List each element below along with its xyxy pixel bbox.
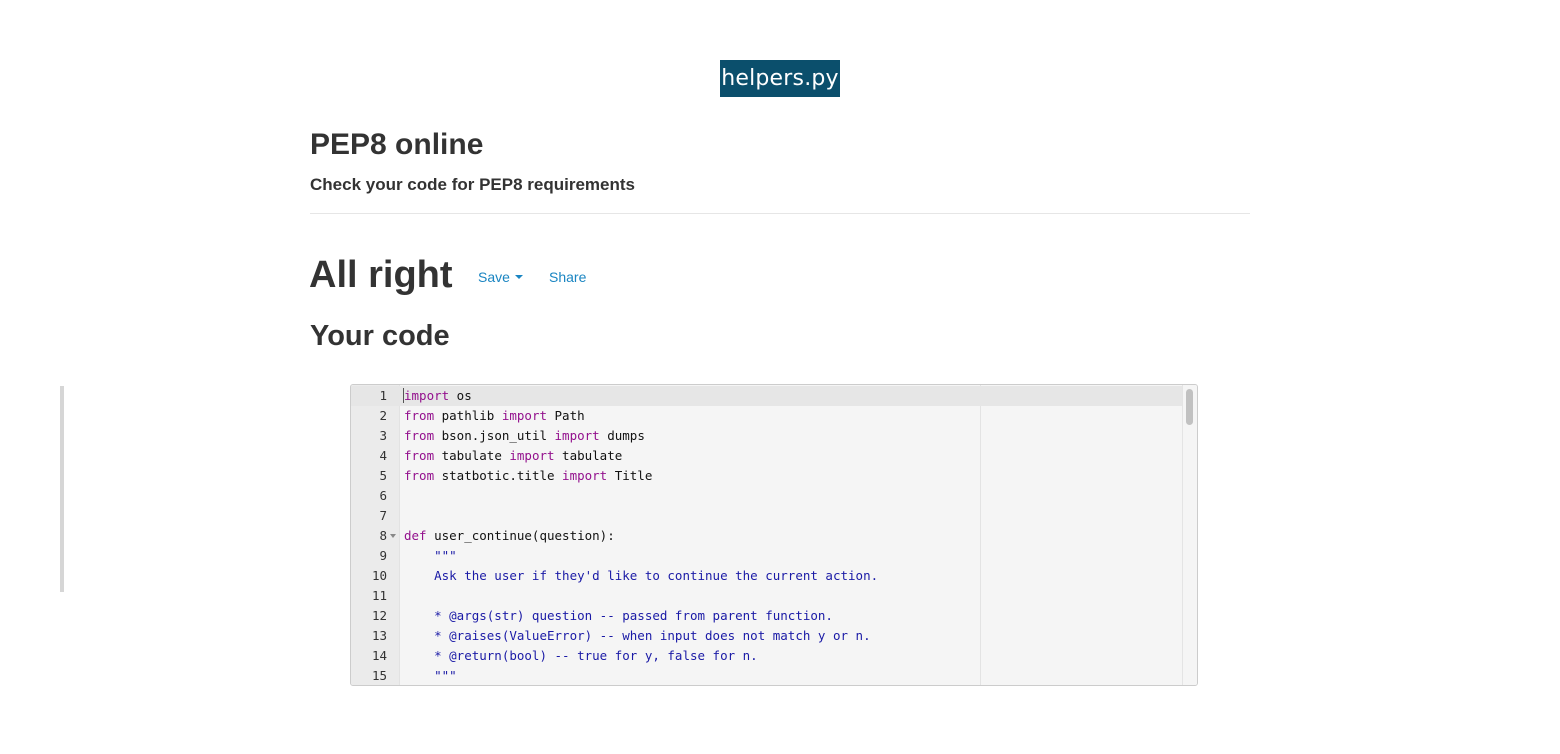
- code-text: def user_continue(question):: [404, 526, 615, 546]
- code-line[interactable]: 2 from pathlib import Path: [351, 406, 1183, 426]
- string-token: * @return(bool) -- true for y, false for…: [404, 648, 758, 663]
- site-subtitle: Check your code for PEP8 requirements: [310, 175, 635, 194]
- code-text: """: [404, 666, 457, 685]
- line-number: 12: [371, 608, 387, 623]
- code-text: import os: [404, 386, 472, 406]
- line-number: 10: [371, 568, 387, 583]
- code-line[interactable]: 15 """: [351, 666, 1183, 685]
- identifier-token: user_continue(question):: [426, 528, 615, 543]
- save-dropdown-button[interactable]: Save: [478, 268, 523, 286]
- code-line[interactable]: 3 from bson.json_util import dumps: [351, 426, 1183, 446]
- identifier-token: tabulate: [434, 448, 510, 463]
- code-line[interactable]: 5 from statbotic.title import Title: [351, 466, 1183, 486]
- keyword-token: def: [404, 528, 427, 543]
- code-section-heading: Your code: [310, 320, 450, 352]
- identifier-token: dumps: [599, 428, 645, 443]
- code-line[interactable]: 1 import os: [351, 386, 1183, 406]
- code-text: Ask the user if they'd like to continue …: [404, 566, 878, 586]
- line-number: 6: [379, 488, 387, 503]
- code-text: from pathlib import Path: [404, 406, 585, 426]
- line-number: 13: [371, 628, 387, 643]
- code-text: """: [404, 546, 457, 566]
- code-editor[interactable]: 1 import os 2 from pathlib import Path 3 from…: [350, 384, 1198, 686]
- code-text: from bson.json_util import dumps: [404, 426, 645, 446]
- code-text: * @raises(ValueError) -- when input does…: [404, 626, 871, 646]
- code-text: * @args(str) question -- passed from par…: [404, 606, 833, 626]
- string-token: * @args(str) question -- passed from par…: [404, 608, 833, 623]
- keyword-token: from: [404, 408, 435, 423]
- line-number: 8: [379, 528, 387, 543]
- line-number: 14: [371, 648, 387, 663]
- keyword-token: from: [404, 428, 435, 443]
- left-edge-bar: [60, 386, 64, 592]
- line-number: 7: [379, 508, 387, 523]
- identifier-token: Title: [607, 468, 653, 483]
- code-line[interactable]: 12 * @args(str) question -- passed from …: [351, 606, 1183, 626]
- code-line[interactable]: 13 * @raises(ValueError) -- when input d…: [351, 626, 1183, 646]
- line-number: 1: [379, 388, 387, 403]
- code-text: from statbotic.title import Title: [404, 466, 652, 486]
- string-token: """: [404, 668, 457, 683]
- keyword-token: from: [404, 448, 435, 463]
- editor-scrollbar[interactable]: [1182, 385, 1197, 685]
- keyword-token: import: [554, 428, 600, 443]
- header-divider: [310, 213, 1250, 214]
- identifier-token: tabulate: [554, 448, 623, 463]
- line-number: 15: [371, 668, 387, 683]
- code-line[interactable]: 11: [351, 586, 1183, 606]
- code-text: from tabulate import tabulate: [404, 446, 622, 466]
- save-label: Save: [478, 269, 510, 285]
- code-line[interactable]: 10 Ask the user if they'd like to contin…: [351, 566, 1183, 586]
- string-token: Ask the user if they'd like to continue …: [404, 568, 879, 583]
- line-number: 3: [379, 428, 387, 443]
- code-line[interactable]: 8 def user_continue(question):: [351, 526, 1183, 546]
- keyword-token: import: [404, 388, 450, 403]
- identifier-token: os: [449, 388, 472, 403]
- identifier-token: bson.json_util: [434, 428, 555, 443]
- site-title: PEP8 online: [310, 128, 484, 161]
- keyword-token: from: [404, 468, 435, 483]
- identifier-token: Path: [547, 408, 585, 423]
- text-cursor: [403, 388, 404, 403]
- code-line[interactable]: 9 """: [351, 546, 1183, 566]
- code-line[interactable]: 4 from tabulate import tabulate: [351, 446, 1183, 466]
- identifier-token: pathlib: [434, 408, 502, 423]
- share-button[interactable]: Share: [549, 268, 586, 286]
- line-number: 4: [379, 448, 387, 463]
- keyword-token: import: [501, 408, 547, 423]
- line-number: 5: [379, 468, 387, 483]
- file-name-badge: helpers.py: [720, 60, 840, 97]
- keyword-token: import: [562, 468, 608, 483]
- page: helpers.py PEP8 online Check your code f…: [0, 0, 1560, 754]
- line-number: 9: [379, 548, 387, 563]
- keyword-token: import: [509, 448, 555, 463]
- scrollbar-thumb[interactable]: [1186, 389, 1193, 425]
- caret-down-icon: [514, 275, 523, 280]
- code-text: * @return(bool) -- true for y, false for…: [404, 646, 758, 666]
- string-token: """: [404, 548, 457, 563]
- code-line[interactable]: 14 * @return(bool) -- true for y, false …: [351, 646, 1183, 666]
- code-line[interactable]: 6: [351, 486, 1183, 506]
- code-line[interactable]: 7: [351, 506, 1183, 526]
- code-lines: 1 import os 2 from pathlib import Path 3 from…: [351, 386, 1183, 685]
- line-number: 2: [379, 408, 387, 423]
- fold-arrow-icon[interactable]: [390, 534, 396, 538]
- string-token: * @raises(ValueError) -- when input does…: [404, 628, 871, 643]
- line-number: 11: [371, 588, 387, 603]
- identifier-token: statbotic.title: [434, 468, 563, 483]
- result-status-heading: All right: [309, 254, 453, 296]
